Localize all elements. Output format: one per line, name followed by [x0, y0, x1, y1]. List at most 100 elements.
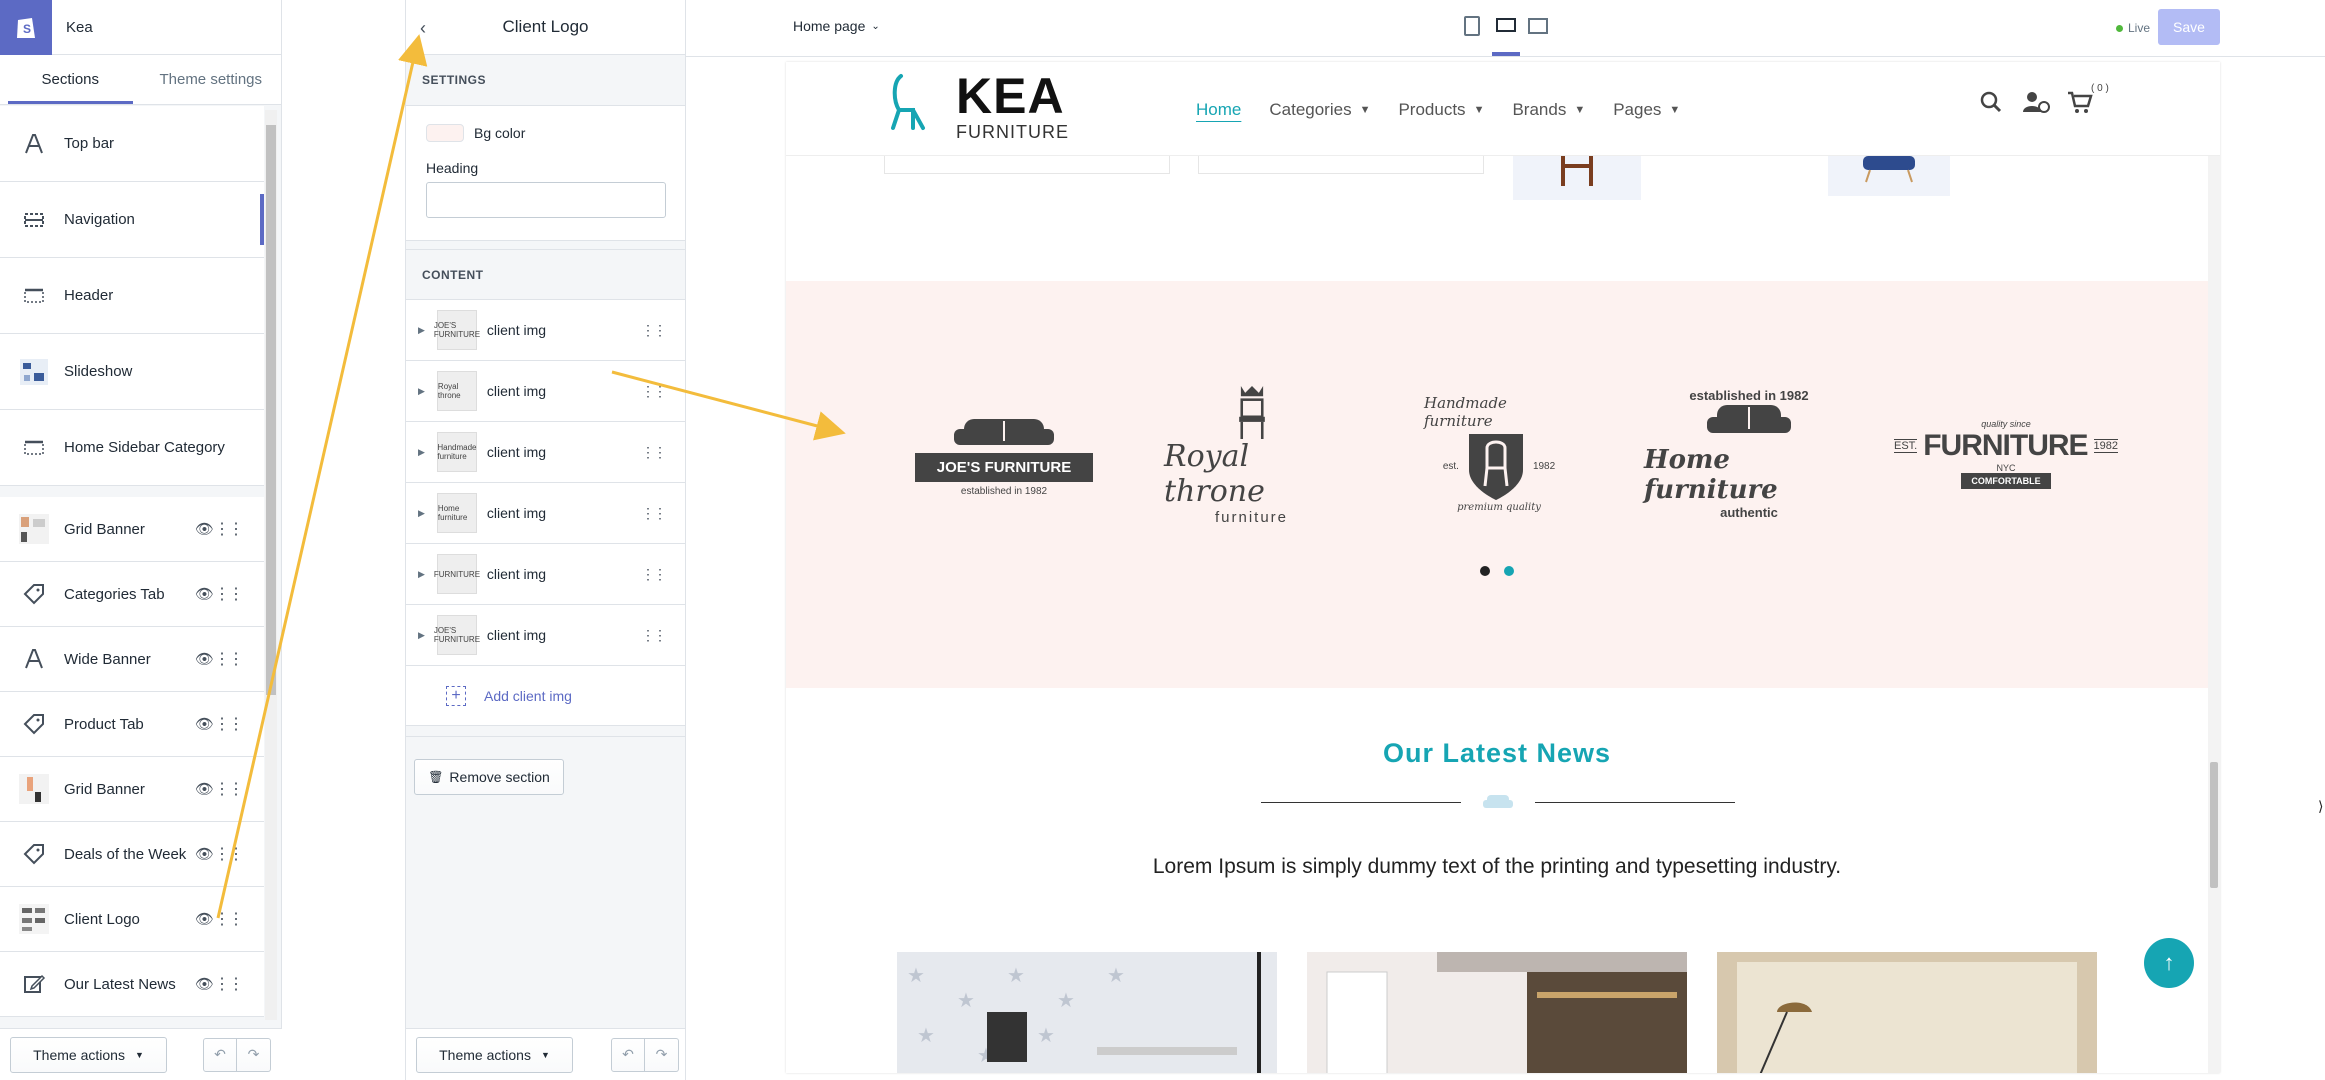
svg-text:★: ★	[907, 963, 925, 987]
cart-icon[interactable]	[2067, 90, 2093, 114]
eye-icon[interactable]: 👁	[195, 715, 214, 733]
client-img-thumb: Royal throne	[436, 371, 477, 411]
content-caption-row: CONTENT	[406, 249, 685, 299]
redo-button[interactable]: ↷	[645, 1037, 679, 1072]
client-logo-furniture-nyc[interactable]: quality since EST. FURNITURE 1982 NYC CO…	[1893, 396, 2119, 511]
drag-handle-icon[interactable]: ⋮⋮	[214, 584, 244, 604]
carousel-dot-1[interactable]	[1480, 566, 1490, 576]
expand-arrow-icon[interactable]: ▶	[418, 630, 425, 641]
add-client-img-label: Add client img	[484, 687, 572, 704]
section-home-sidebar-category[interactable]: Home Sidebar Category	[0, 410, 264, 486]
content-item-label: client img	[486, 566, 547, 582]
tab-sections[interactable]: Sections	[0, 55, 141, 104]
content-item[interactable]: ▶ Home furniture client img ⋮⋮	[406, 483, 685, 544]
drag-handle-icon[interactable]: ⋮⋮	[214, 714, 244, 734]
undo-button[interactable]: ↶	[203, 1037, 237, 1072]
nav-brands[interactable]: Brands ▼	[1512, 100, 1585, 120]
preview-scrollbar[interactable]	[2208, 62, 2220, 1073]
section-header[interactable]: Header	[0, 258, 264, 334]
undo-button[interactable]: ↶	[611, 1037, 645, 1072]
page-selector[interactable]: Home page ⌄	[793, 18, 880, 34]
expand-arrow-icon[interactable]: ▶	[418, 508, 425, 519]
add-icon: +	[446, 685, 466, 706]
back-to-top-button[interactable]: ↑	[2144, 938, 2194, 988]
product-image-partial[interactable]	[1513, 156, 1641, 200]
drag-handle-icon[interactable]: ⋮⋮	[214, 649, 244, 669]
bg-color-swatch[interactable]	[426, 124, 464, 142]
fullscreen-view-icon[interactable]	[1528, 18, 1548, 34]
expand-arrow-icon[interactable]: ▶	[418, 569, 425, 580]
theme-actions-button[interactable]: Theme actions ▼	[10, 1036, 167, 1073]
eye-icon[interactable]: 👁	[195, 975, 214, 993]
mobile-view-icon[interactable]	[1464, 16, 1480, 36]
search-icon[interactable]	[1979, 90, 2003, 114]
redo-button[interactable]: ↷	[237, 1037, 271, 1072]
drag-handle-icon[interactable]: ⋮⋮	[641, 322, 667, 339]
chevron-down-icon: ▼	[1359, 104, 1371, 116]
nav-home[interactable]: Home	[1196, 100, 1241, 120]
content-item[interactable]: ▶ Royal throne client img ⋮⋮	[406, 361, 685, 422]
client-logo-royal-throne[interactable]: Royal throne furniture	[1164, 386, 1339, 526]
eye-icon[interactable]: 👁	[195, 910, 214, 928]
section-client-logo[interactable]: Client Logo 👁 ⋮⋮	[0, 887, 264, 952]
content-item[interactable]: ▶ JOE'S FURNITURE client img ⋮⋮	[406, 300, 685, 361]
nav-pages[interactable]: Pages ▼	[1613, 100, 1680, 120]
drag-handle-icon[interactable]: ⋮⋮	[641, 627, 667, 644]
drag-handle-icon[interactable]: ⋮⋮	[641, 383, 667, 400]
tab-theme-settings[interactable]: Theme settings	[141, 55, 282, 104]
client-logo-handmade[interactable]: Handmade furniture est. 1982 premium qua…	[1424, 386, 1574, 521]
drag-handle-icon[interactable]: ⋮⋮	[641, 444, 667, 461]
client-logo-joes[interactable]: JOE'S FURNITURE established in 1982	[904, 401, 1104, 511]
content-item[interactable]: ▶ Handmade furniture client img ⋮⋮	[406, 422, 685, 483]
save-button[interactable]: Save	[2158, 9, 2220, 45]
section-categories-tab[interactable]: Categories Tab 👁 ⋮⋮	[0, 562, 264, 627]
eye-icon[interactable]: 👁	[195, 520, 214, 538]
carousel-dot-2[interactable]	[1504, 566, 1514, 576]
kea-logo[interactable]	[891, 70, 941, 137]
eye-icon[interactable]: 👁	[195, 845, 214, 863]
drag-handle-icon[interactable]: ⋮⋮	[214, 779, 244, 799]
drag-handle-icon[interactable]: ⋮⋮	[641, 505, 667, 522]
eye-icon[interactable]: 👁	[195, 650, 214, 668]
content-item[interactable]: ▶ FURNITURE client img ⋮⋮	[406, 544, 685, 605]
account-settings-icon[interactable]	[2022, 90, 2050, 114]
add-client-img-row[interactable]: + Add client img	[406, 666, 685, 726]
client-logo-home-furniture[interactable]: established in 1982 Home furniture authe…	[1644, 386, 1854, 521]
product-image-partial[interactable]	[1828, 156, 1950, 196]
nav-categories[interactable]: Categories ▼	[1269, 100, 1370, 120]
section-deals-of-the-week[interactable]: Deals of the Week 👁 ⋮⋮	[0, 822, 264, 887]
drag-handle-icon[interactable]: ⋮⋮	[214, 519, 244, 539]
section-top-bar[interactable]: Top bar	[0, 106, 264, 182]
undo-icon: ↶	[622, 1046, 634, 1062]
section-grid-banner[interactable]: Grid Banner 👁 ⋮⋮	[0, 497, 264, 562]
expand-arrow-icon[interactable]: ▶	[418, 325, 425, 336]
shopify-logo-icon[interactable]: S	[0, 0, 52, 55]
section-our-latest-news[interactable]: Our Latest News 👁 ⋮⋮	[0, 952, 264, 1017]
section-navigation[interactable]: Navigation	[0, 182, 264, 258]
preview-scrollbar-thumb[interactable]	[2210, 762, 2218, 888]
section-product-tab[interactable]: Product Tab 👁 ⋮⋮	[0, 692, 264, 757]
desktop-view-button[interactable]	[1492, 14, 1520, 56]
drag-handle-icon[interactable]: ⋮⋮	[641, 566, 667, 583]
expand-arrow-icon[interactable]: ▶	[418, 447, 425, 458]
theme-actions-button[interactable]: Theme actions ▼	[416, 1036, 573, 1073]
expand-arrow-icon[interactable]: ▶	[418, 386, 425, 397]
section-grid-banner-2[interactable]: Grid Banner 👁 ⋮⋮	[0, 757, 264, 822]
eye-icon[interactable]: 👁	[195, 585, 214, 603]
drag-handle-icon[interactable]: ⋮⋮	[214, 974, 244, 994]
news-card-3[interactable]	[1717, 952, 2097, 1073]
remove-section-button[interactable]: 🗑 Remove section	[414, 759, 564, 795]
sidebar-scrollbar-thumb[interactable]	[266, 125, 276, 695]
heading-input[interactable]	[426, 182, 666, 218]
remove-section-block: 🗑 Remove section	[406, 736, 685, 817]
content-item[interactable]: ▶ JOE'S FURNITURE client img ⋮⋮	[406, 605, 685, 666]
drag-handle-icon[interactable]: ⋮⋮	[214, 909, 244, 929]
section-wide-banner[interactable]: Wide Banner 👁 ⋮⋮	[0, 627, 264, 692]
section-slideshow[interactable]: Slideshow	[0, 334, 264, 410]
nav-products[interactable]: Products ▼	[1398, 100, 1484, 120]
news-card-2[interactable]	[1307, 952, 1687, 1073]
back-chevron-icon[interactable]: ‹	[420, 18, 426, 39]
news-card-1[interactable]: ★ ★ ★ ★ ★ ★ ★ ★	[897, 952, 1277, 1073]
eye-icon[interactable]: 👁	[195, 780, 214, 798]
drag-handle-icon[interactable]: ⋮⋮	[214, 844, 244, 864]
